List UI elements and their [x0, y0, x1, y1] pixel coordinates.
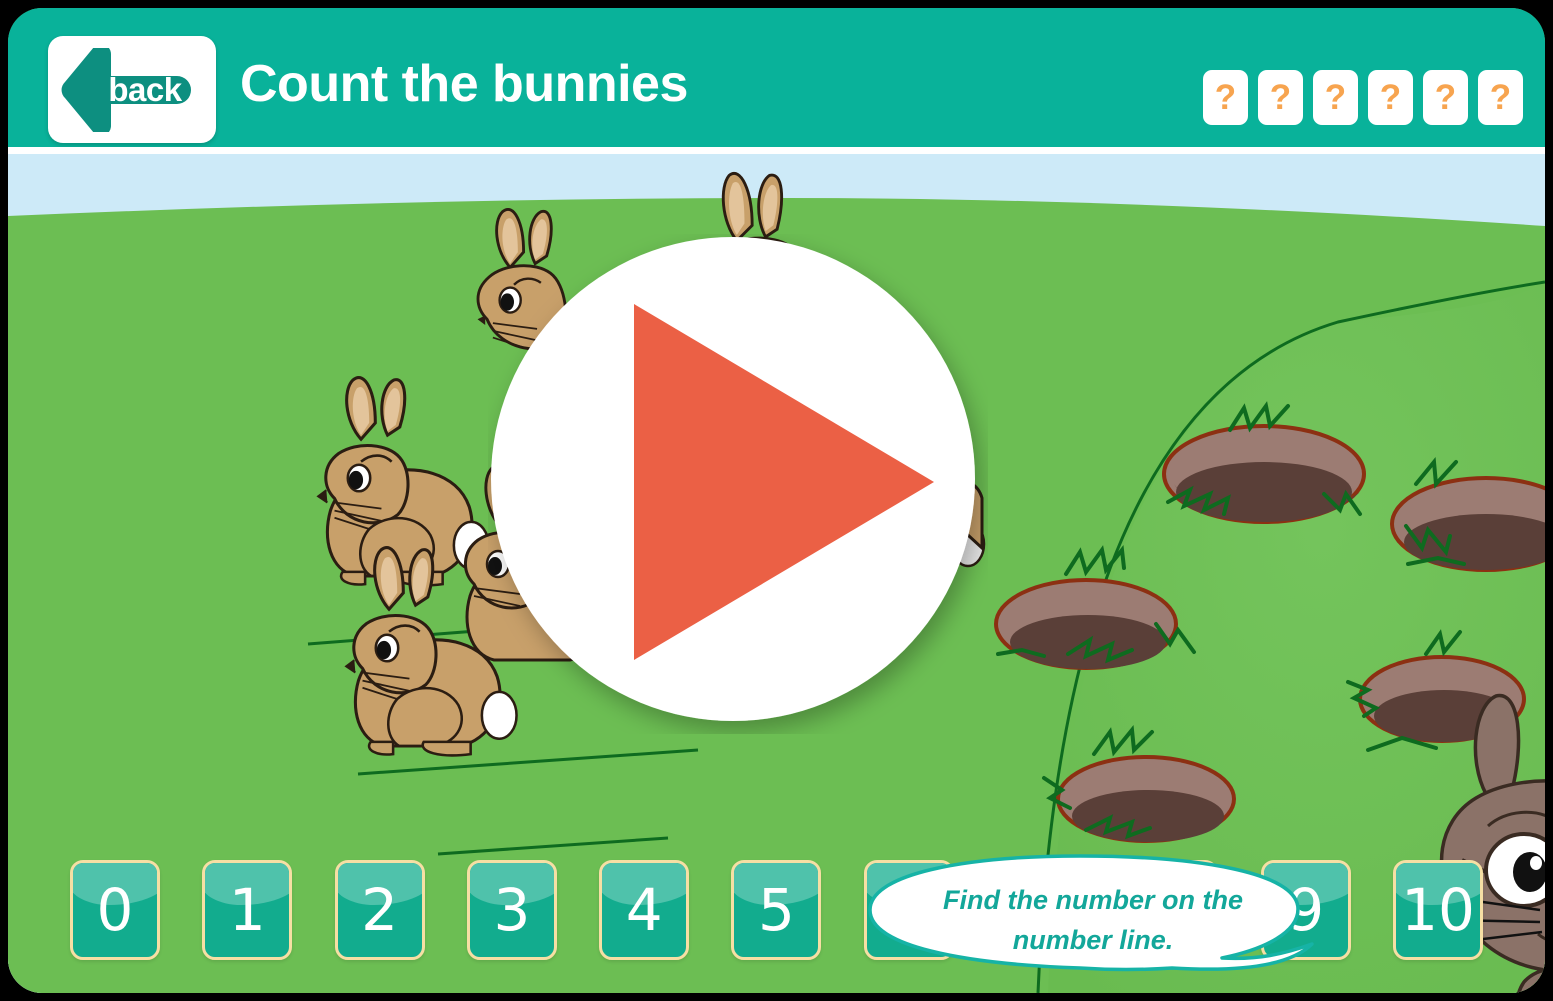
number-tile-label: 3	[493, 876, 531, 944]
number-tile-label: 5	[758, 876, 795, 944]
instruction-speech-bubble: Find the number on the number line.	[866, 854, 1336, 972]
game-scene: 0 1 2 3 4 5 9 10 Find the number on the …	[8, 154, 1545, 993]
page-title: Count the bunnies	[240, 55, 688, 113]
play-button[interactable]	[488, 234, 988, 734]
back-arrow-icon	[61, 48, 191, 132]
app-frame: back Count the bunnies ? ? ? ? ? ? 0 1 2…	[8, 8, 1545, 993]
header-bar: back Count the bunnies ? ? ? ? ? ?	[8, 8, 1545, 147]
progress-badge-4[interactable]: ?	[1368, 70, 1413, 125]
screen-root: back Count the bunnies ? ? ? ? ? ? 0 1 2…	[0, 0, 1553, 1001]
progress-badge-6[interactable]: ?	[1478, 70, 1523, 125]
progress-badge-5[interactable]: ?	[1423, 70, 1468, 125]
progress-badge-3[interactable]: ?	[1313, 70, 1358, 125]
number-tile-10[interactable]: 10	[1392, 860, 1483, 960]
number-tile-0[interactable]: 0	[70, 860, 160, 960]
number-tile-label: 0	[96, 876, 134, 944]
number-tile-4[interactable]: 4	[599, 860, 690, 960]
number-tile-label: 2	[361, 876, 399, 944]
header-separator	[8, 147, 1545, 154]
progress-badges: ? ? ? ? ? ?	[1203, 70, 1523, 125]
number-tile-label: 4	[625, 876, 663, 944]
number-tile-label: 10	[1401, 876, 1475, 944]
instruction-text: Find the number on the number line.	[943, 885, 1243, 955]
progress-badge-2[interactable]: ?	[1258, 70, 1303, 125]
progress-badge-1[interactable]: ?	[1203, 70, 1248, 125]
back-button[interactable]: back	[48, 36, 216, 143]
number-tile-label: 1	[228, 876, 266, 944]
number-tile-2[interactable]: 2	[334, 860, 425, 960]
number-tile-5[interactable]: 5	[731, 860, 822, 960]
number-tile-3[interactable]: 3	[466, 860, 557, 960]
number-tile-1[interactable]: 1	[202, 860, 293, 960]
